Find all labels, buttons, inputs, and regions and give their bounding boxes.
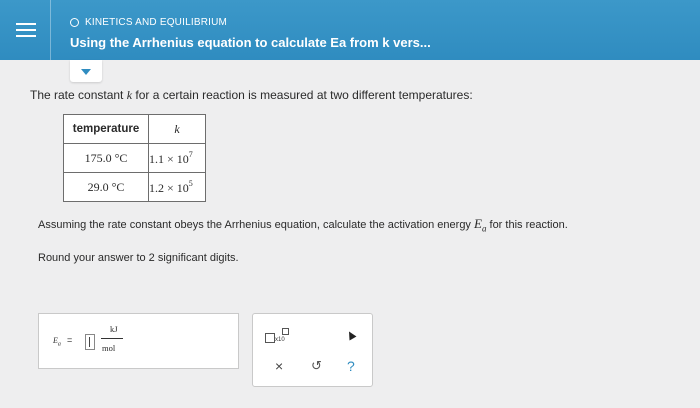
table-header-row: temperature k xyxy=(63,114,206,144)
question-prompt: Assuming the rate constant obeys the Arr… xyxy=(38,216,568,234)
cell-k: 1.1 × 107 xyxy=(148,143,206,173)
header-bar: KINETICS AND EQUILIBRIUM Using the Arrhe… xyxy=(0,0,700,60)
prompt-before: Assuming the rate constant obeys the Arr… xyxy=(38,219,474,231)
cell-k: 1.2 × 105 xyxy=(148,172,206,202)
topic-label: KINETICS AND EQUILIBRIUM xyxy=(85,17,228,28)
help-button[interactable]: ? xyxy=(347,358,355,374)
mouse-pointer-icon xyxy=(345,329,357,341)
k-mantissa: 1.2 × 10 xyxy=(149,180,189,195)
k-exponent: 7 xyxy=(188,149,193,159)
chevron-down-icon xyxy=(81,69,91,75)
intro-text: The rate constant k for a certain reacti… xyxy=(30,88,473,103)
k-mantissa: 1.1 × 10 xyxy=(149,151,189,166)
unit-denominator: mol xyxy=(102,343,116,353)
fraction-bar xyxy=(101,338,123,339)
ea-symbol: Ea xyxy=(474,216,486,234)
page-title: Using the Arrhenius equation to calculat… xyxy=(70,35,431,50)
header-temperature: temperature xyxy=(63,114,149,144)
table-row: 175.0 °C 1.1 × 107 xyxy=(63,143,206,173)
text-cursor xyxy=(89,337,90,347)
scientific-notation-button[interactable]: x10 xyxy=(265,328,289,344)
answer-label-sub: a xyxy=(57,341,61,348)
header-k: k xyxy=(148,114,206,144)
data-table: temperature k 175.0 °C 1.1 × 107 29.0 °C… xyxy=(63,114,206,202)
cell-temperature: 175.0 °C xyxy=(63,143,149,173)
answer-input[interactable] xyxy=(85,334,95,350)
ea-sym-letter: E xyxy=(474,216,482,231)
unit-numerator: kJ xyxy=(110,324,118,334)
answer-label: Ea xyxy=(53,336,61,348)
menu-icon[interactable] xyxy=(16,23,36,41)
tool-panel: x10 × ↺ ? xyxy=(252,313,373,387)
intro-after: for a certain reaction is measured at tw… xyxy=(132,88,473,102)
round-before: Round your answer to xyxy=(38,252,149,264)
table-row: 29.0 °C 1.2 × 105 xyxy=(63,172,206,202)
round-after: significant digits. xyxy=(154,252,239,264)
topic-circle-icon xyxy=(70,18,79,27)
collapse-tab[interactable] xyxy=(70,60,102,82)
header-divider xyxy=(50,0,51,60)
sci-x10-label: x10 xyxy=(275,337,285,343)
cell-temperature: 29.0 °C xyxy=(63,172,149,202)
rounding-instruction: Round your answer to 2 significant digit… xyxy=(38,252,239,264)
sci-box-icon xyxy=(265,333,275,343)
k-exponent: 5 xyxy=(188,178,193,188)
equals-sign: = xyxy=(67,335,73,345)
topic-row: KINETICS AND EQUILIBRIUM xyxy=(70,17,227,28)
sci-exponent-icon xyxy=(282,328,289,335)
clear-button[interactable]: × xyxy=(275,358,283,374)
undo-button[interactable]: ↺ xyxy=(311,358,322,374)
intro-before: The rate constant xyxy=(30,88,127,102)
prompt-after: for this reaction. xyxy=(486,219,568,231)
answer-box: Ea = kJ mol xyxy=(38,313,239,369)
